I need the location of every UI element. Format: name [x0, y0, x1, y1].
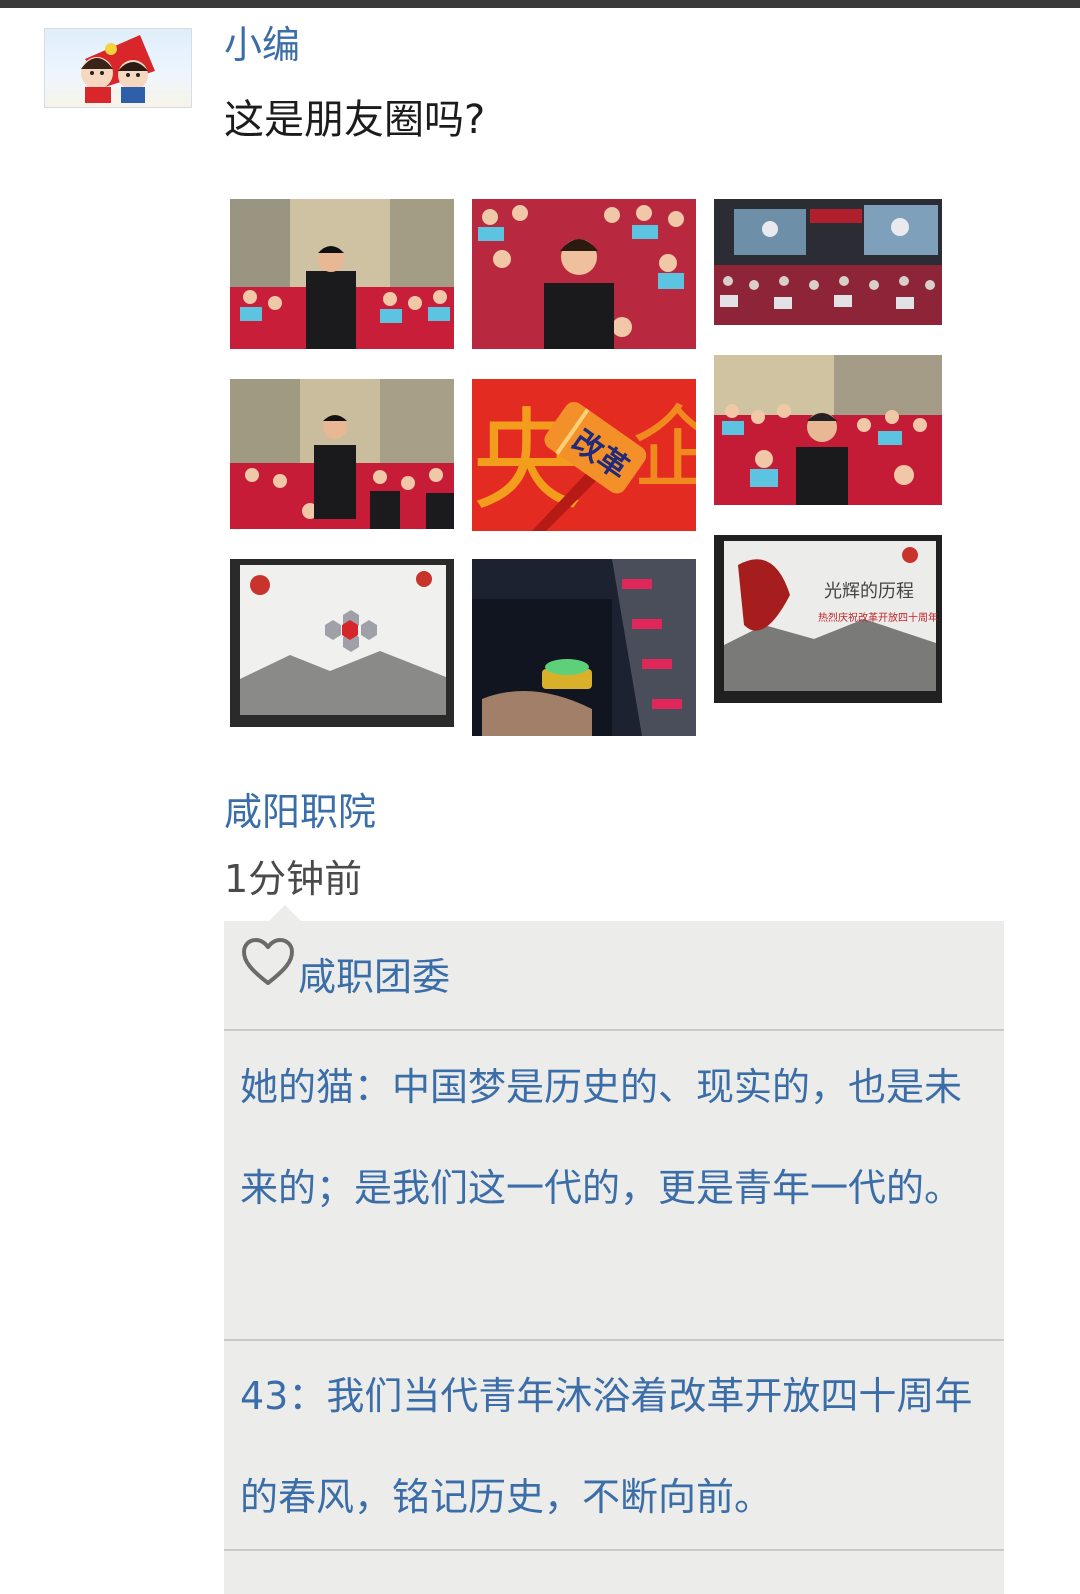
heart-icon: [242, 938, 294, 985]
photo-student-question-2[interactable]: [472, 199, 696, 349]
author-name[interactable]: 小编: [224, 18, 300, 72]
photo-auditorium-screens[interactable]: [714, 199, 942, 325]
post-time: 1分钟前: [224, 857, 363, 901]
status-bar-edge: [0, 0, 1080, 8]
photo-presentation-slide[interactable]: [230, 559, 454, 727]
likes-row: 咸职团委: [224, 921, 1004, 1031]
comment-item[interactable]: 她的猫：中国梦是历史的、现实的，也是未来的；是我们这一代的，更是青年一代的。: [224, 1031, 1004, 1341]
post-text: 这是朋友圈吗?: [224, 97, 486, 143]
photo-buzzer-desk[interactable]: [472, 559, 696, 736]
svg-text:热烈庆祝改革开放四十周年: 热烈庆祝改革开放四十周年: [818, 611, 938, 624]
comment-item[interactable]: 43：我们当代青年沐浴着改革开放四十周年的春风，铭记历史，不断向前。: [224, 1341, 1004, 1551]
photo-student-question-1[interactable]: [230, 199, 454, 349]
avatar[interactable]: [44, 28, 192, 108]
comment-box-pointer: [269, 905, 301, 921]
liker-name[interactable]: 咸职团委: [298, 951, 450, 1003]
photo-student-question-3[interactable]: [230, 379, 454, 529]
svg-text:光辉的历程: 光辉的历程: [824, 581, 914, 602]
photo-reform-hammer[interactable]: 央 企 改革: [472, 379, 696, 531]
photo-glorious-journey-slide[interactable]: 光辉的历程 热烈庆祝改革开放四十周年: [714, 535, 942, 703]
photo-student-question-4[interactable]: [714, 355, 942, 505]
post-location[interactable]: 咸阳职院: [224, 786, 376, 838]
comment-box: 咸职团委 她的猫：中国梦是历史的、现实的，也是未来的；是我们这一代的，更是青年一…: [224, 921, 1004, 1594]
